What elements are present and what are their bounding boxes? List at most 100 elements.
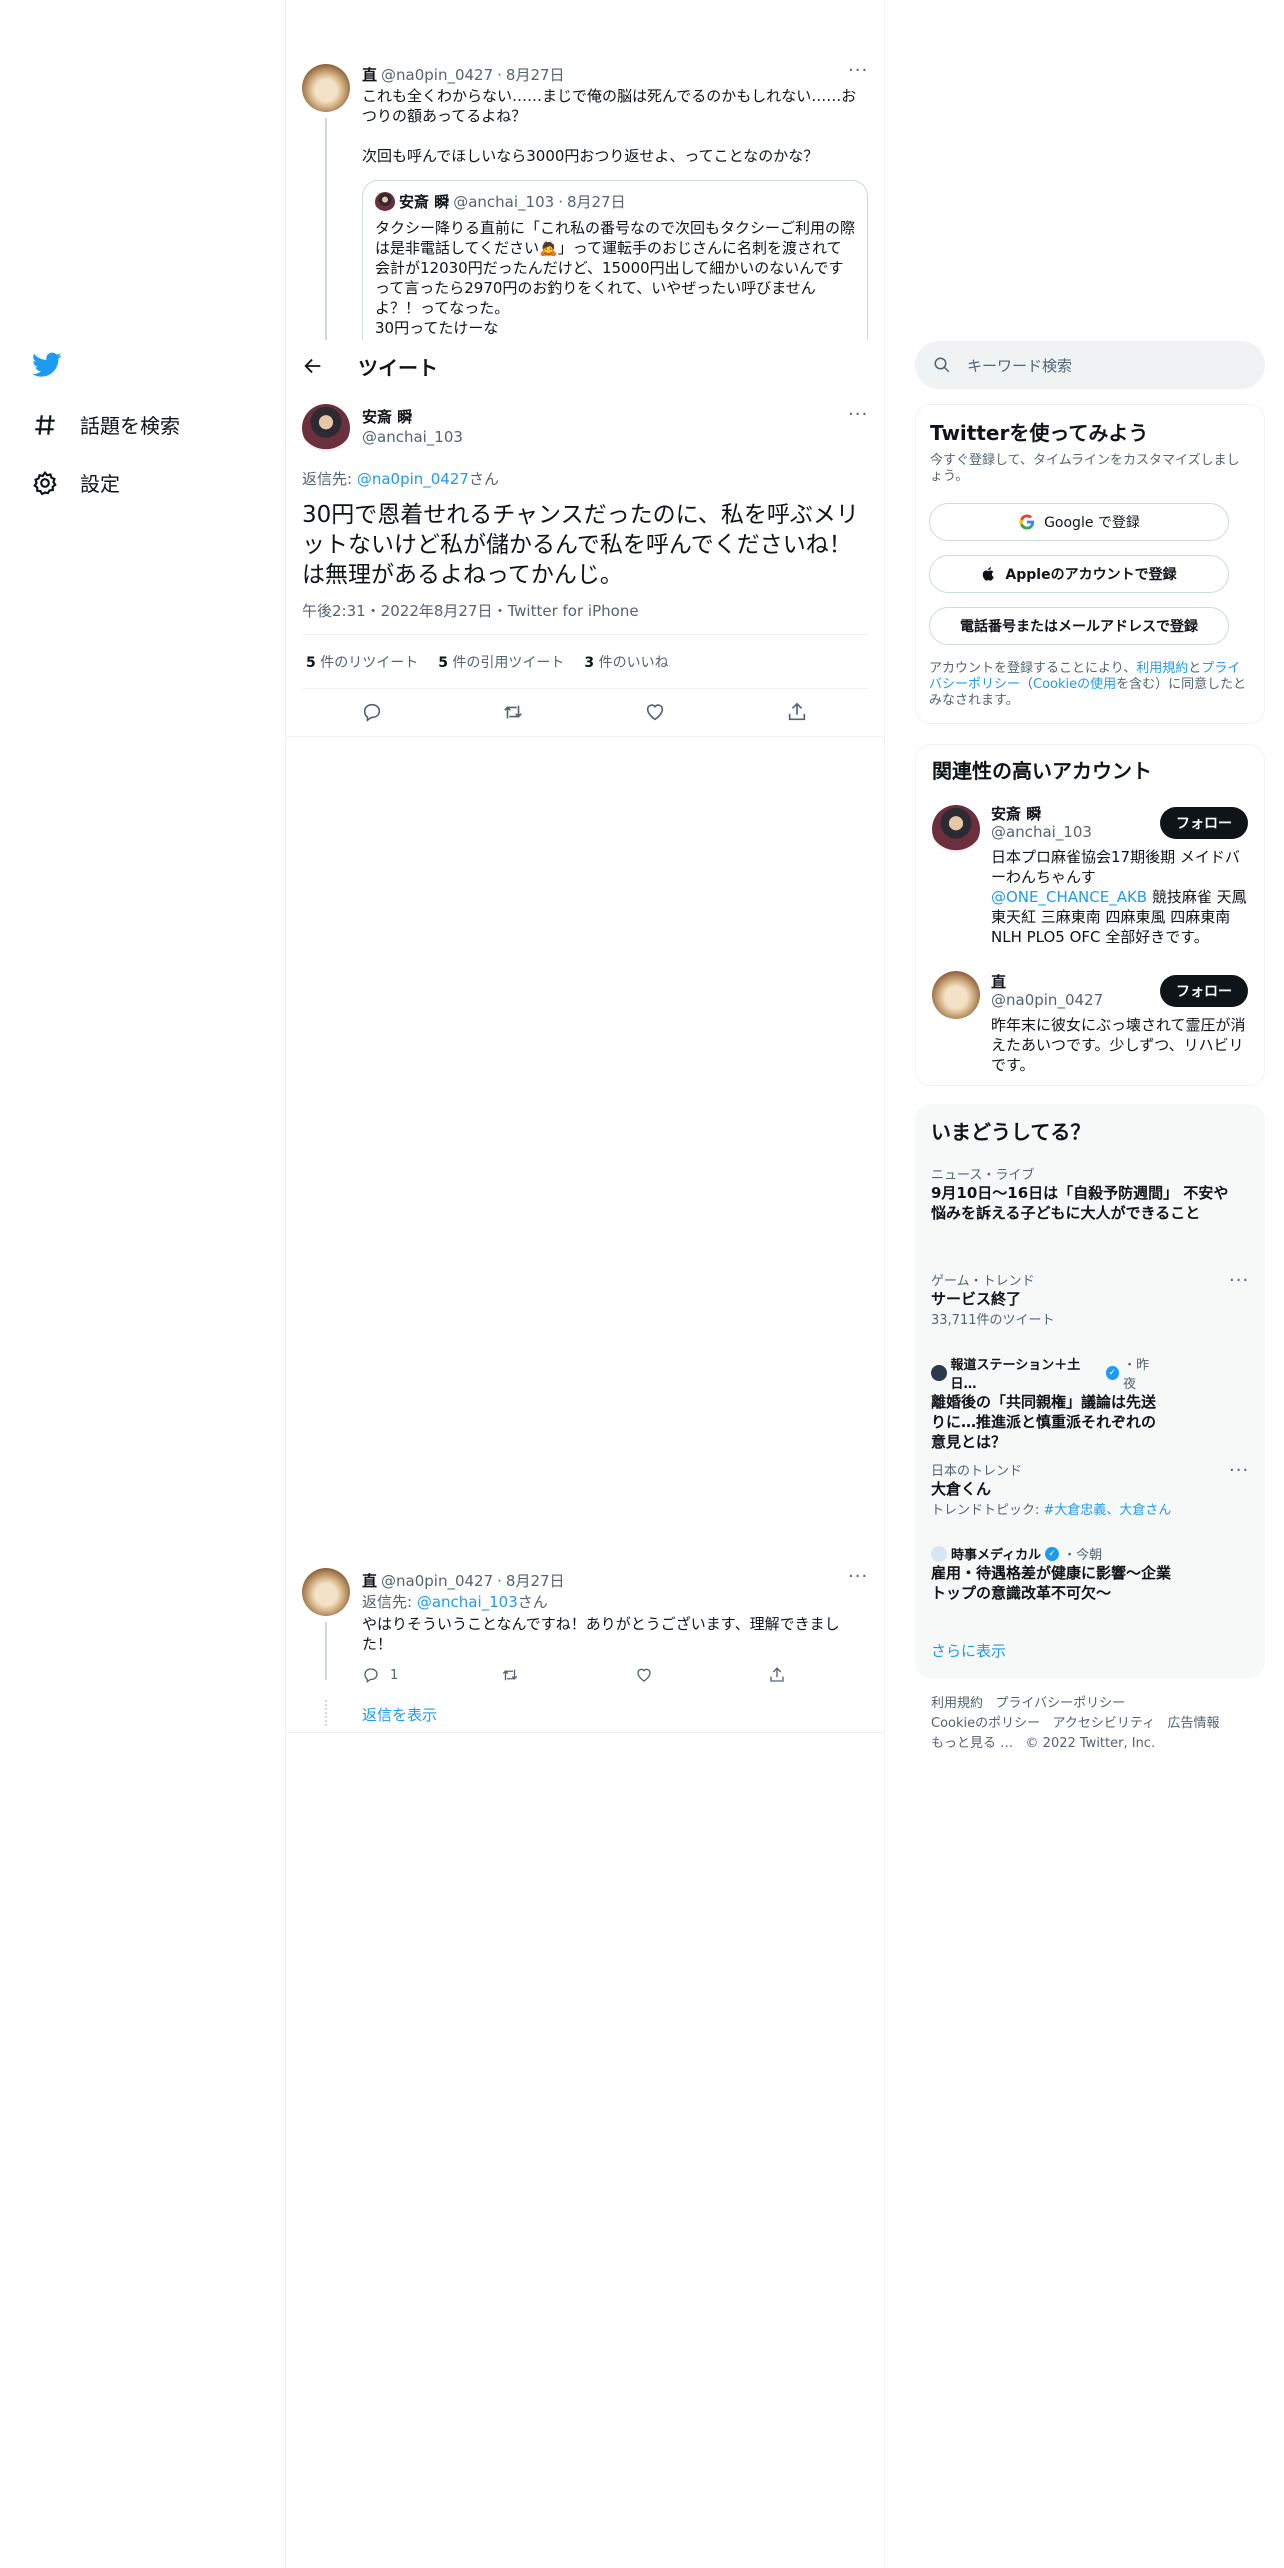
signup-legal: アカウントを登録することにより、利用規約とプライバシーポリシー（Cookieの使… (929, 661, 1249, 709)
reply-icon (362, 1666, 380, 1684)
quote-author-handle: @anchai_103 (453, 192, 555, 211)
trend-title: 大倉くん (931, 1480, 992, 1498)
share-icon[interactable] (786, 701, 808, 723)
quote-tweet[interactable]: 安斎 瞬 @anchai_103 · 8月27日 タクシー降りる直前に「これ私の… (362, 180, 868, 340)
author-name[interactable]: 直 (362, 1570, 377, 1591)
more-options-icon[interactable]: ··· (1229, 1270, 1249, 1291)
trend-item[interactable]: ニュース・ライブ 9月10日〜16日は「自殺予防週間」 不安や悩みを訴える子ども… (931, 1164, 1231, 1223)
nav-explore[interactable]: 話題を検索 (32, 410, 180, 439)
reply-to-link[interactable]: @anchai_103 (417, 1593, 518, 1611)
avatar[interactable] (302, 404, 350, 452)
account-bio: 昨年末に彼女にぶっ壊されて霊圧が消えたあいつです。少しずつ、リハビリです。 (991, 1016, 1246, 1074)
quote-tweet-header: 安斎 瞬 @anchai_103 · 8月27日 (375, 191, 855, 212)
like-stat[interactable]: 3 件のいいね (584, 652, 668, 672)
footer-privacy[interactable]: プライバシーポリシー (995, 1696, 1125, 1711)
trend-source: 報道ステーション＋土日… (950, 1358, 1081, 1392)
account-handle[interactable]: @na0pin_0427 (991, 991, 1103, 1009)
parent-tweet-header: 直 @na0pin_0427 · 8月27日 (362, 64, 565, 85)
trend-time: ・今朝 (1063, 1548, 1103, 1563)
reply-tweet-text: やはりそういうことなんですね！ありがとうございます、理解できました！ (362, 1615, 840, 1653)
topic-prefix: トレンドトピック: (931, 1503, 1044, 1518)
reply-prefix: 返信先: (302, 470, 357, 488)
trend-source-row: 報道ステーション＋土日… ✓ ・昨夜 (931, 1354, 1161, 1392)
trend-item[interactable]: 報道ステーション＋土日… ✓ ・昨夜 離婚後の「共同親権」議論は先送りに…推進派… (931, 1354, 1161, 1452)
retweet-icon[interactable] (502, 701, 524, 723)
quote-stat[interactable]: 5 件の引用ツイート (438, 652, 564, 672)
footer-accessibility[interactable]: アクセシビリティ (1053, 1716, 1156, 1731)
avatar[interactable] (302, 1568, 350, 1616)
trend-item[interactable]: 時事メディカル ✓ ・今朝 雇用・待遇格差が健康に影響～企業トップの意識改革不可… (931, 1544, 1171, 1603)
phone-signup-button[interactable]: 電話番号またはメールアドレスで登録 (929, 607, 1229, 645)
author-handle[interactable]: @na0pin_0427 (381, 66, 493, 84)
share-icon[interactable] (768, 1666, 786, 1684)
twitter-bird-icon[interactable] (32, 352, 62, 378)
author-handle[interactable]: @na0pin_0427 (381, 1572, 493, 1590)
follow-button[interactable]: フォロー (1160, 975, 1248, 1007)
trend-item[interactable]: ゲーム・トレンド サービス終了 33,711件のツイート (931, 1270, 1231, 1328)
reply-to-link[interactable]: @na0pin_0427 (357, 470, 469, 488)
more-options-icon[interactable]: ··· (848, 1566, 868, 1587)
topic-links[interactable]: #大倉忠義、大倉さん (1044, 1503, 1172, 1518)
trend-title: 雇用・待遇格差が健康に影響～企業トップの意識改革不可欠～ (931, 1564, 1172, 1602)
bio-link[interactable]: @ONE_CHANCE_AKB (991, 888, 1147, 906)
apple-signup-button[interactable]: Appleのアカウントで登録 (929, 555, 1229, 593)
trend-category: ニュース・ライブ (931, 1168, 1035, 1183)
tweet-date[interactable]: 8月27日 (506, 64, 565, 85)
quote-count: 5 (438, 655, 448, 671)
more-options-icon[interactable]: ··· (848, 60, 868, 81)
account-handle[interactable]: @anchai_103 (991, 823, 1092, 841)
footer-terms[interactable]: 利用規約 (931, 1696, 983, 1711)
tweet-date[interactable]: 8月27日 (506, 1570, 565, 1591)
google-signup-button[interactable]: Google で登録 (929, 503, 1229, 541)
author-name[interactable]: 安斎 瞬 (362, 408, 412, 426)
search-bar[interactable]: キーワード検索 (915, 341, 1265, 389)
verified-icon: ✓ (1045, 1546, 1060, 1561)
arrow-left-icon[interactable] (302, 355, 324, 377)
more-options-icon[interactable]: ··· (848, 404, 868, 425)
avatar[interactable] (932, 805, 980, 853)
trend-title: 離婚後の「共同親権」議論は先送りに…推進派と慎重派それぞれの意見とは？ (931, 1393, 1157, 1451)
reply-context: 返信先: @na0pin_0427さん (302, 468, 499, 489)
reply-icon[interactable] (361, 701, 383, 723)
footer-more[interactable]: もっと見る … (931, 1736, 1013, 1751)
heart-icon[interactable] (644, 701, 666, 723)
show-more-link[interactable]: さらに表示 (931, 1640, 1006, 1661)
account-bio: 日本プロ麻雀協会17期後期 メイドバーわんちゃんす @ONE_CHANCE_AKB… (991, 847, 1249, 947)
reply-count: 1 (390, 1667, 399, 1683)
account-name[interactable]: 直 (991, 971, 1006, 992)
tweet-meta[interactable]: 午後2:31・2022年8月27日・Twitter for iPhone (302, 600, 639, 621)
nav-settings[interactable]: 設定 (32, 468, 120, 497)
parent-tweet-line2: 次回も呼んでほしいなら3000円おつり返せよ、ってことなのかな？ (362, 147, 819, 165)
divider (286, 1732, 884, 1733)
quote-author-name: 安斎 瞬 (399, 193, 450, 211)
retweet-count: 5 (306, 655, 316, 671)
cookie-link[interactable]: Cookieの使用 (1033, 677, 1116, 692)
apple-icon (981, 565, 997, 583)
search-icon (933, 356, 951, 374)
news-source-icon (931, 1545, 947, 1562)
hashtag-icon (32, 412, 58, 438)
avatar[interactable] (302, 64, 350, 112)
avatar[interactable] (932, 971, 980, 1019)
retweet-stat[interactable]: 5 件のリツイート (306, 652, 418, 672)
follow-button[interactable]: フォロー (1160, 807, 1248, 839)
more-options-icon[interactable]: ··· (1229, 1460, 1249, 1481)
author-name[interactable]: 直 (362, 64, 377, 85)
search-input[interactable]: キーワード検索 (967, 355, 1072, 376)
heart-icon[interactable] (635, 1666, 653, 1684)
legal-text: と (1188, 661, 1202, 676)
footer-ads[interactable]: 広告情報 (1168, 1716, 1220, 1731)
terms-link[interactable]: 利用規約 (1136, 661, 1188, 676)
author-handle[interactable]: @anchai_103 (362, 428, 463, 446)
page-header: ツイート (286, 340, 884, 392)
retweet-icon[interactable] (501, 1666, 519, 1684)
bio-text: 日本プロ麻雀協会17期後期 メイドバーわんちゃんす (991, 848, 1240, 886)
reply-action[interactable]: 1 (362, 1666, 398, 1684)
signup-title: Twitterを使ってみよう (930, 421, 1149, 445)
trend-source: 時事メディカル (951, 1548, 1042, 1563)
show-replies-link[interactable]: 返信を表示 (362, 1704, 437, 1725)
footer-cookie[interactable]: Cookieのポリシー (931, 1716, 1040, 1731)
account-name[interactable]: 安斎 瞬 (991, 803, 1041, 824)
trend-item[interactable]: 日本のトレンド 大倉くん トレンドトピック: #大倉忠義、大倉さん (931, 1460, 1231, 1518)
signup-panel: Twitterを使ってみよう 今すぐ登録して、タイムラインをカスタマイズしましょ… (915, 404, 1265, 724)
